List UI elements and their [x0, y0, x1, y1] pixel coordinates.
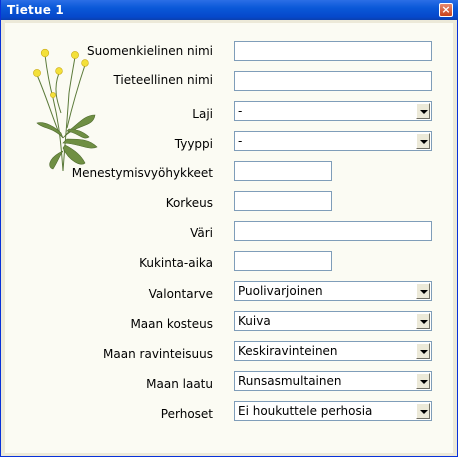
valontarve-select[interactable]: Puolivarjoinen — [234, 281, 432, 301]
tieteellinen-nimi-input[interactable] — [234, 71, 432, 91]
perhoset-select[interactable]: Ei houkuttele perhosia — [234, 401, 432, 421]
chevron-down-icon[interactable] — [416, 313, 430, 329]
vari-label: Väri — [190, 226, 213, 240]
menestymisvyohykkeet-input[interactable] — [234, 161, 332, 181]
tyyppi-label: Tyyppi — [174, 137, 213, 151]
maan-laatu-select[interactable]: Runsasmultainen — [234, 371, 432, 391]
chevron-down-icon[interactable] — [416, 403, 430, 419]
laji-select[interactable]: - — [234, 101, 432, 121]
maan-laatu-value: Runsasmultainen — [238, 374, 342, 388]
buttercup-icon — [33, 48, 98, 172]
maan-ravinteisuus-select[interactable]: Keskiravinteinen — [234, 341, 432, 361]
suomenkielinen-nimi-label: Suomenkielinen nimi — [87, 44, 213, 58]
korkeus-input[interactable] — [234, 191, 332, 211]
close-button[interactable]: × — [439, 3, 453, 17]
vari-input[interactable] — [234, 221, 432, 241]
perhoset-value: Ei houkuttele perhosia — [238, 404, 373, 418]
record-window: Tietue 1 × Suomenkielinen nimi Tieteelli… — [0, 0, 458, 457]
chevron-down-icon[interactable] — [416, 373, 430, 389]
laji-label: Laji — [192, 107, 213, 121]
maan-laatu-label: Maan laatu — [146, 377, 213, 391]
suomenkielinen-nimi-input[interactable] — [234, 41, 432, 61]
chevron-down-icon[interactable] — [416, 343, 430, 359]
tieteellinen-nimi-label: Tieteellinen nimi — [113, 73, 213, 87]
menestymisvyohykkeet-label: Menestymisvyöhykkeet — [71, 166, 213, 180]
valontarve-value: Puolivarjoinen — [238, 284, 323, 298]
chevron-down-icon[interactable] — [416, 283, 430, 299]
tyyppi-value: - — [238, 134, 243, 148]
perhoset-label: Perhoset — [160, 407, 213, 421]
form-area: Suomenkielinen nimi Tieteellinen nimi La… — [5, 23, 453, 453]
kukinta-aika-input[interactable] — [234, 251, 332, 271]
maan-ravinteisuus-label: Maan ravinteisuus — [103, 347, 213, 361]
title-bar[interactable]: Tietue 1 × — [1, 0, 458, 20]
maan-ravinteisuus-value: Keskiravinteinen — [238, 344, 338, 358]
korkeus-label: Korkeus — [165, 196, 213, 210]
window-title: Tietue 1 — [7, 3, 64, 17]
chevron-down-icon[interactable] — [416, 133, 430, 149]
maan-kosteus-label: Maan kosteus — [130, 317, 213, 331]
maan-kosteus-select[interactable]: Kuiva — [234, 311, 432, 331]
tyyppi-select[interactable]: - — [234, 131, 432, 151]
valontarve-label: Valontarve — [148, 287, 213, 301]
laji-value: - — [238, 104, 243, 118]
maan-kosteus-value: Kuiva — [238, 314, 271, 328]
chevron-down-icon[interactable] — [416, 103, 430, 119]
kukinta-aika-label: Kukinta-aika — [139, 256, 213, 270]
